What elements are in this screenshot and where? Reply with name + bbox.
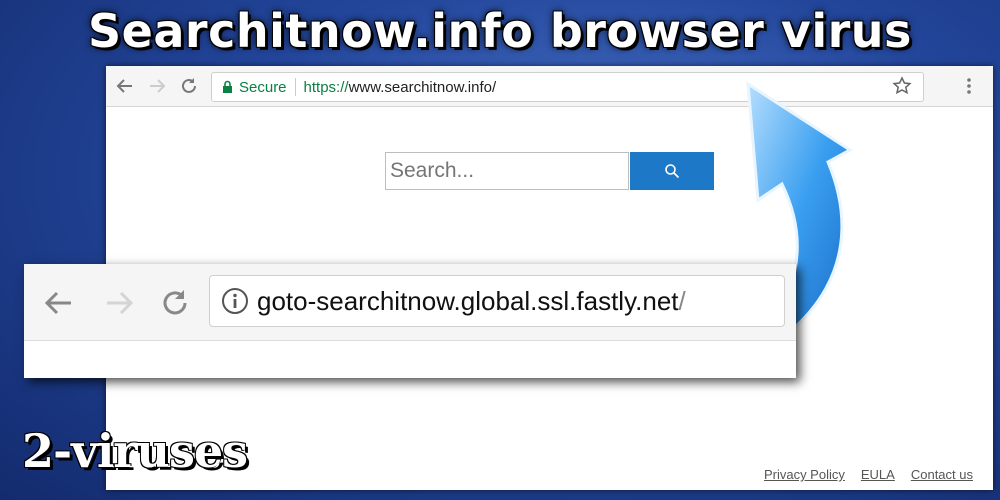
search-input[interactable] [385,152,629,190]
secure-label: Secure [239,78,287,96]
zoomed-url-host: goto-searchitnow.global.ssl.fastly.net [257,285,679,316]
secure-indicator[interactable]: Secure [222,79,287,96]
back-arrow-icon [116,79,132,93]
forward-arrow-icon [150,79,166,93]
url-scheme: https:// [303,78,349,96]
reload-icon [163,290,187,315]
zoomed-forward-button[interactable] [102,286,136,320]
browser-menu-button[interactable] [966,76,972,101]
contact-us-link[interactable]: Contact us [911,467,973,482]
bookmark-button[interactable] [892,76,912,101]
back-button[interactable] [114,75,136,97]
reload-icon [182,78,196,93]
back-arrow-icon [44,291,71,315]
eula-link[interactable]: EULA [861,467,895,482]
zoomed-address-bar-panel: goto-searchitnow.global.ssl.fastly.net / [24,264,796,378]
magnifier-icon [665,164,680,179]
menu-dots-icon [967,78,971,94]
reload-button[interactable] [178,75,200,97]
star-icon [892,76,912,95]
search-button[interactable] [630,152,714,190]
lock-icon [223,80,232,93]
zoomed-reload-button[interactable] [158,286,192,320]
privacy-policy-link[interactable]: Privacy Policy [764,467,845,482]
footer-links: Privacy Policy EULA Contact us [764,467,973,482]
zoomed-url-slash: / [678,285,686,316]
zoomed-toolbar: goto-searchitnow.global.ssl.fastly.net / [24,264,796,341]
url-host: www.searchitnow.info/ [348,78,497,96]
forward-button[interactable] [146,75,168,97]
zoomed-back-button[interactable] [42,286,76,320]
brand-logo-text: 2-viruses [22,424,248,478]
headline-title: Searchitnow.info browser virus [88,4,912,58]
site-info-button[interactable] [221,287,249,315]
zoomed-address-bar[interactable]: goto-searchitnow.global.ssl.fastly.net / [209,275,785,327]
forward-arrow-icon [107,291,134,315]
info-icon [222,288,248,314]
omnibox-separator [294,78,296,96]
